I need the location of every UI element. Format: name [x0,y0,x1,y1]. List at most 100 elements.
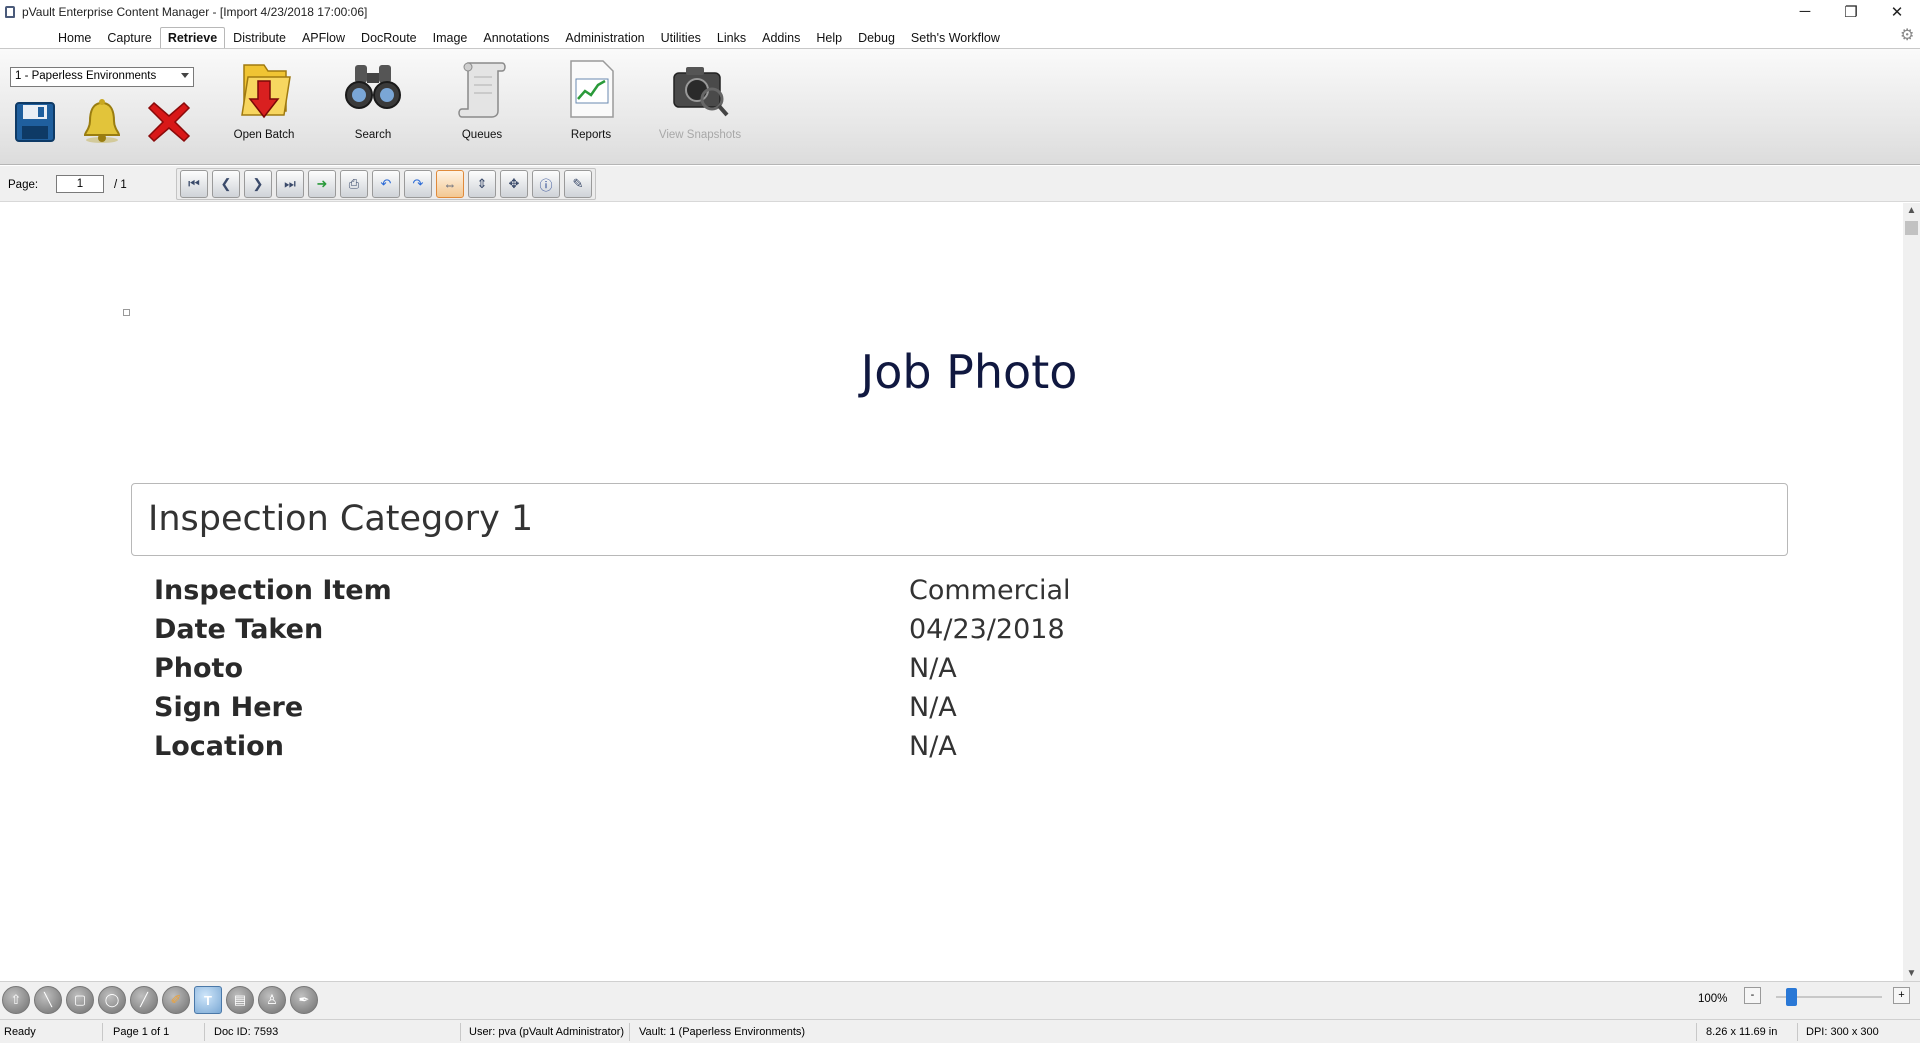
document-title: Job Photo [860,345,1078,399]
queues-button[interactable]: Queues [427,57,537,157]
notify-button[interactable] [79,97,125,143]
page-number-input[interactable] [56,175,104,193]
zoom-in-button[interactable]: + [1893,987,1910,1004]
minimize-button[interactable]: ─ [1782,0,1828,23]
notes-button[interactable]: ✎ [564,170,592,198]
menu-addins[interactable]: Addins [754,31,808,48]
ribbon: 1 - Paperless Environments Open Batch Se… [0,49,1920,165]
view-snapshots-button[interactable]: View Snapshots [645,57,755,157]
ellipse-tool-button[interactable]: ◯ [98,986,126,1014]
menu-docroute[interactable]: DocRoute [353,31,425,48]
scroll-up-icon[interactable]: ▲ [1903,205,1920,216]
save-button[interactable] [12,99,58,145]
zoom-out-button[interactable]: - [1744,987,1761,1004]
zoom-slider-thumb[interactable] [1786,988,1798,1006]
field-label-photo: Photo [154,653,244,684]
category-box: Inspection Category 1 [131,483,1788,556]
scroll-down-icon[interactable]: ▼ [1903,968,1920,979]
fit-width-button[interactable]: ⇔ [436,170,464,198]
menu-bar: Home Capture Retrieve Distribute APFlow … [0,27,1920,49]
status-doc-id: Doc ID: 7593 [214,1026,279,1038]
reports-button[interactable]: Reports [536,57,646,157]
first-page-button[interactable]: ⏮ [180,170,208,198]
gear-icon[interactable]: ⚙ [1900,28,1916,44]
search-label: Search [354,129,392,141]
menu-help[interactable]: Help [808,31,850,48]
prev-page-button[interactable]: ❮ [212,170,240,198]
arrow-tool-button[interactable]: ╱ [130,986,158,1014]
field-label-location: Location [154,731,284,762]
scroll-icon [458,62,506,118]
line-icon: ╲ [44,992,52,1007]
open-batch-button[interactable]: Open Batch [209,57,319,157]
menu-utilities[interactable]: Utilities [653,31,709,48]
status-bar: Ready Page 1 of 1 Doc ID: 7593 User: pva… [0,1019,1920,1043]
field-value-location: N/A [909,731,957,762]
note-tool-button[interactable]: ▤ [226,986,254,1014]
close-button[interactable]: ✕ [1874,0,1920,23]
fit-page-button[interactable]: ✥ [500,170,528,198]
last-page-icon: ⏭ [284,176,296,191]
scroll-thumb[interactable] [1905,221,1918,235]
menu-home[interactable]: Home [50,31,99,48]
pen-tool-button[interactable]: ✒ [290,986,318,1014]
next-page-icon: ❯ [252,176,264,191]
print-button[interactable]: ⎙ [340,170,368,198]
stamp-tool-button[interactable]: ♙ [258,986,286,1014]
rectangle-tool-button[interactable]: ▢ [66,986,94,1014]
status-page: Page 1 of 1 [113,1026,170,1038]
search-button[interactable]: Search [318,57,428,157]
last-page-button[interactable]: ⏭ [276,170,304,198]
fit-width-icon: ⇔ [443,176,457,192]
open-batch-label: Open Batch [233,129,295,141]
field-row: Sign Here N/A [154,692,1754,728]
menu-administration[interactable]: Administration [557,31,652,48]
status-vault: Vault: 1 (Paperless Environments) [639,1026,806,1038]
text-tool-button[interactable]: T [194,986,222,1014]
vertical-scrollbar[interactable]: ▲ ▼ [1903,203,1920,981]
menu-links[interactable]: Links [709,31,754,48]
pointer-tool-button[interactable]: ⇧ [2,986,30,1014]
field-value-date-taken: 04/23/2018 [909,614,1065,645]
next-page-button[interactable]: ❯ [244,170,272,198]
selection-marker [123,309,130,316]
rotate-left-button[interactable]: ↶ [372,170,400,198]
menu-distribute[interactable]: Distribute [225,31,294,48]
menu-retrieve[interactable]: Retrieve [159,27,226,48]
menu-annotations[interactable]: Annotations [475,31,557,48]
restore-button[interactable]: ❐ [1828,0,1874,23]
document-view[interactable]: Job Photo Inspection Category 1 Inspecti… [0,203,1920,981]
save-icon [15,102,55,142]
rotate-right-icon: ↷ [412,176,424,191]
fit-height-button[interactable]: ⇕ [468,170,496,198]
status-user: User: pva (pVault Administrator) [469,1026,625,1038]
app-lock-icon [5,5,15,18]
menu-capture[interactable]: Capture [99,31,159,48]
info-button[interactable]: ⓘ [532,170,560,198]
status-divider [1696,1023,1697,1041]
field-row: Date Taken 04/23/2018 [154,614,1754,650]
send-icon: ➜ [316,176,328,191]
send-button[interactable]: ➜ [308,170,336,198]
bell-icon [83,99,121,143]
menu-seths-workflow[interactable]: Seth's Workflow [903,31,1008,48]
vault-select[interactable]: 1 - Paperless Environments [10,67,194,87]
delete-icon [147,101,191,143]
print-icon: ⎙ [348,176,360,191]
pen-icon: ✒ [298,992,310,1007]
highlighter-icon: ✐ [170,992,182,1007]
menu-apflow[interactable]: APFlow [294,31,353,48]
delete-button[interactable] [146,99,192,145]
window-controls: ─ ❐ ✕ [1782,0,1920,23]
rotate-right-button[interactable]: ↷ [404,170,432,198]
rotate-left-icon: ↶ [380,176,392,191]
line-tool-button[interactable]: ╲ [34,986,62,1014]
stamp-icon: ♙ [266,992,278,1007]
notes-icon: ✎ [572,176,584,191]
highlighter-tool-button[interactable]: ✐ [162,986,190,1014]
queues-label: Queues [461,129,503,141]
category-title: Inspection Category 1 [148,499,534,539]
menu-image[interactable]: Image [425,31,476,48]
view-snapshots-label: View Snapshots [658,129,742,141]
menu-debug[interactable]: Debug [850,31,903,48]
